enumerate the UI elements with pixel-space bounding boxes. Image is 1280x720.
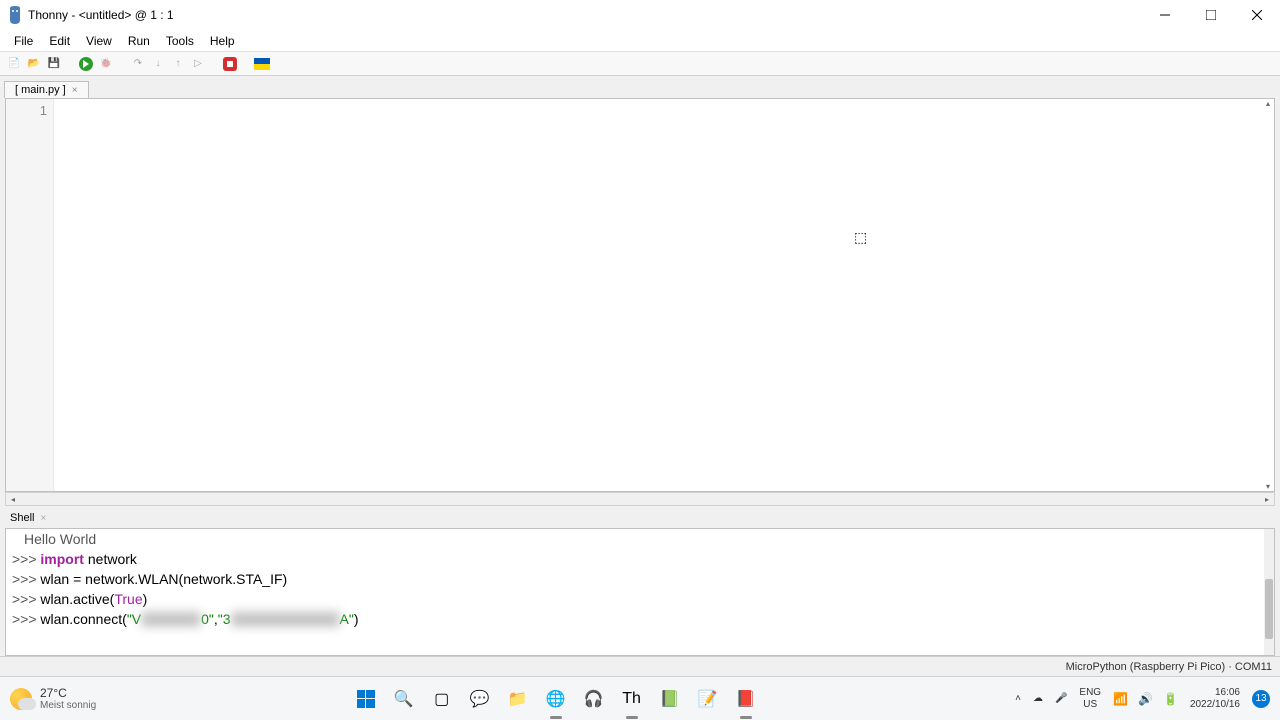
temperature: 27°C (40, 686, 96, 700)
window-title: Thonny - <untitled> @ 1 : 1 (28, 8, 174, 22)
menu-view[interactable]: View (78, 32, 120, 50)
app-button-2[interactable]: 📝 (692, 683, 724, 715)
wifi-icon[interactable]: 📶 (1113, 692, 1128, 706)
menubar: File Edit View Run Tools Help (0, 30, 1280, 52)
tab-close-icon[interactable]: × (72, 85, 78, 96)
shell-panel[interactable]: Hello World >>> import network >>> wlan … (5, 528, 1275, 656)
task-view-button[interactable]: ▢ (426, 683, 458, 715)
editor-tabbar: [ main.py ] × (0, 76, 1280, 98)
scrollbar-thumb[interactable] (1265, 579, 1273, 639)
new-file-button[interactable]: 📄 (6, 56, 22, 72)
toolbar: 📄 📂 💾 🐞 ↷ ↓ ↑ ▷ (0, 52, 1280, 76)
thonny-icon (8, 6, 22, 24)
statusbar: MicroPython (Raspberry Pi Pico) · COM11 (0, 656, 1280, 676)
tab-label: [ main.py ] (15, 84, 66, 96)
open-file-button[interactable]: 📂 (26, 56, 42, 72)
search-button[interactable]: 🔍 (388, 683, 420, 715)
menu-tools[interactable]: Tools (158, 32, 202, 50)
titlebar: Thonny - <untitled> @ 1 : 1 (0, 0, 1280, 30)
maximize-button[interactable] (1188, 0, 1234, 30)
editor-vertical-scrollbar[interactable]: ▴▾ (1262, 99, 1274, 491)
tray-chevron-icon[interactable]: ˄ (1015, 693, 1021, 704)
weather-icon (10, 688, 32, 710)
tab-main-py[interactable]: [ main.py ] × (4, 81, 89, 98)
menu-edit[interactable]: Edit (41, 32, 78, 50)
chat-button[interactable]: 💬 (464, 683, 496, 715)
taskbar-tray: ˄ ☁ 🎤 ENG US 📶 🔊 🔋 16:06 2022/10/16 13 (1015, 687, 1270, 711)
taskbar-weather[interactable]: 27°C Meist sonnig (10, 686, 96, 711)
windows-taskbar: 27°C Meist sonnig 🔍 ▢ 💬 📁 🌐 🎧 Th 📗 📝 📕 ˄… (0, 676, 1280, 720)
line-number: 1 (6, 103, 47, 118)
code-area[interactable]: ⬚ (54, 99, 1274, 491)
headphones-button[interactable]: 🎧 (578, 683, 610, 715)
run-button[interactable] (78, 56, 94, 72)
shell-output: Hello World (24, 529, 1268, 549)
clock[interactable]: 16:06 2022/10/16 (1190, 687, 1240, 711)
code-editor[interactable]: 1 ⬚ ▴▾ (5, 98, 1275, 492)
scroll-left-icon[interactable]: ◂ (6, 493, 20, 505)
notification-badge[interactable]: 13 (1252, 690, 1270, 708)
language-indicator[interactable]: ENG US (1079, 687, 1101, 711)
resume-button: ▷ (190, 56, 206, 72)
app-button[interactable]: 📗 (654, 683, 686, 715)
shell-panel-label: Shell × (0, 508, 1280, 528)
debug-button[interactable]: 🐞 (98, 56, 114, 72)
minimize-button[interactable] (1142, 0, 1188, 30)
weather-text: Meist sonnig (40, 700, 96, 711)
close-button[interactable] (1234, 0, 1280, 30)
shell-line: >>> import network (12, 549, 1268, 569)
menu-help[interactable]: Help (202, 32, 243, 50)
step-out-button: ↑ (170, 56, 186, 72)
line-gutter: 1 (6, 99, 54, 491)
shell-line: >>> wlan.connect("Vxxxxxxxx0","3xxxxxxxx… (12, 609, 1268, 629)
thonny-taskbar-button[interactable]: Th (616, 683, 648, 715)
step-into-button: ↓ (150, 56, 166, 72)
menu-file[interactable]: File (6, 32, 41, 50)
volume-icon[interactable]: 🔊 (1138, 692, 1153, 706)
shell-line: >>> wlan.active(True) (12, 589, 1268, 609)
shell-line: >>> wlan = network.WLAN(network.STA_IF) (12, 569, 1268, 589)
camtasia-button[interactable]: 📕 (730, 683, 762, 715)
taskbar-center: 🔍 ▢ 💬 📁 🌐 🎧 Th 📗 📝 📕 (350, 683, 762, 715)
microphone-icon[interactable]: 🎤 (1055, 693, 1067, 704)
menu-run[interactable]: Run (120, 32, 158, 50)
start-button[interactable] (350, 683, 382, 715)
support-ukraine-button[interactable] (254, 56, 270, 72)
file-explorer-button[interactable]: 📁 (502, 683, 534, 715)
scroll-right-icon[interactable]: ▸ (1260, 493, 1274, 505)
onedrive-icon[interactable]: ☁ (1033, 693, 1043, 704)
interpreter-status[interactable]: MicroPython (Raspberry Pi Pico) · COM11 (1066, 661, 1272, 673)
shell-close-icon[interactable]: × (40, 513, 46, 524)
chrome-button[interactable]: 🌐 (540, 683, 572, 715)
save-button[interactable]: 💾 (46, 56, 62, 72)
battery-icon[interactable]: 🔋 (1163, 692, 1178, 706)
mouse-cursor-icon: ⬚ (854, 229, 867, 246)
editor-horizontal-scrollbar[interactable]: ◂ ▸ (5, 492, 1275, 506)
step-over-button: ↷ (130, 56, 146, 72)
stop-button[interactable] (222, 56, 238, 72)
shell-vertical-scrollbar[interactable] (1264, 529, 1274, 655)
